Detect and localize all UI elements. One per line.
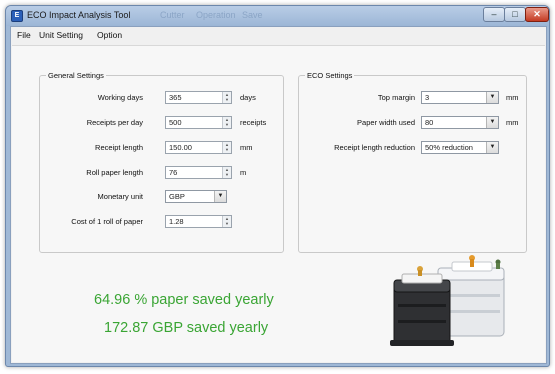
close-button[interactable]: ✕ [525, 7, 549, 22]
paper-width-label: Paper width used [357, 118, 415, 127]
top-margin-label: Top margin [377, 93, 415, 102]
spin-down-icon[interactable]: ▼ [223, 221, 231, 226]
roll-paper-length-label: Roll paper length [86, 168, 143, 177]
paper-width-value: 80 [425, 118, 434, 127]
receipt-length-stepper[interactable]: 150.00 ▲ ▼ [165, 141, 232, 154]
top-margin-value: 3 [425, 93, 430, 102]
receipt-length-reduction-value: 50% reduction [425, 143, 473, 152]
spin-down-icon[interactable]: ▼ [223, 147, 231, 152]
menu-unit-setting[interactable]: Unit Setting [39, 30, 83, 40]
title-ghost-text: Save [242, 10, 263, 20]
title-bar[interactable]: E ECO Impact Analysis Tool Cutter Operat… [6, 6, 549, 26]
spin-arrows[interactable]: ▲ ▼ [222, 142, 231, 153]
spin-arrows[interactable]: ▲ ▼ [222, 167, 231, 178]
receipt-length-label: Receipt length [95, 143, 143, 152]
receipts-per-day-unit: receipts [240, 118, 267, 127]
main-content: General Settings Working days 365 ▲ ▼ day… [12, 45, 545, 362]
app-icon: E [11, 10, 23, 22]
spin-arrows[interactable]: ▲ ▼ [222, 216, 231, 227]
title-ghost-text: Operation [196, 10, 236, 20]
working-days-value: 365 [169, 93, 182, 102]
receipt-length-reduction-select[interactable]: 50% reduction ▼ [421, 141, 499, 154]
cost-per-roll-value: 1.28 [169, 217, 184, 226]
money-saved-result: 172.87 GBP saved yearly [104, 320, 269, 336]
title-ghost-text: Cutter [160, 10, 185, 20]
spin-down-icon[interactable]: ▼ [223, 172, 231, 177]
eco-settings-group: ECO Settings Top margin 3 ▼ mm Paper wid… [298, 71, 527, 253]
chevron-down-icon[interactable]: ▼ [486, 117, 498, 128]
paper-saved-result: 64.96 % paper saved yearly [94, 292, 274, 308]
chevron-down-icon[interactable]: ▼ [486, 92, 498, 103]
spin-down-icon[interactable]: ▼ [223, 122, 231, 127]
roll-paper-length-unit: m [240, 168, 247, 177]
receipt-length-unit: mm [240, 143, 253, 152]
receipt-length-reduction-label: Receipt length reduction [334, 143, 415, 152]
menu-option[interactable]: Option [97, 30, 122, 40]
maximize-button[interactable]: □ [504, 7, 526, 22]
monetary-unit-label: Monetary unit [97, 192, 143, 201]
app-window: E ECO Impact Analysis Tool Cutter Operat… [5, 5, 550, 367]
working-days-stepper[interactable]: 365 ▲ ▼ [165, 91, 232, 104]
working-days-label: Working days [97, 93, 143, 102]
eco-settings-title: ECO Settings [305, 71, 355, 80]
top-margin-unit: mm [506, 93, 519, 102]
paper-width-select[interactable]: 80 ▼ [421, 116, 499, 129]
general-settings-group: General Settings Working days 365 ▲ ▼ day… [39, 71, 284, 253]
receipt-length-value: 150.00 [169, 143, 192, 152]
chevron-down-icon[interactable]: ▼ [214, 191, 226, 202]
receipts-per-day-stepper[interactable]: 500 ▲ ▼ [165, 116, 232, 129]
spin-arrows[interactable]: ▲ ▼ [222, 117, 231, 128]
window-title: ECO Impact Analysis Tool [27, 10, 131, 20]
menu-file[interactable]: File [17, 30, 31, 40]
roll-paper-length-stepper[interactable]: 76 ▲ ▼ [165, 166, 232, 179]
top-margin-select[interactable]: 3 ▼ [421, 91, 499, 104]
receipts-per-day-value: 500 [169, 118, 182, 127]
roll-paper-length-value: 76 [169, 168, 178, 177]
chevron-down-icon[interactable]: ▼ [486, 142, 498, 153]
menu-bar: File Unit Setting Option [11, 27, 546, 44]
receipts-per-day-label: Receipts per day [86, 118, 143, 127]
spin-arrows[interactable]: ▲ ▼ [222, 92, 231, 103]
monetary-unit-select[interactable]: GBP ▼ [165, 190, 227, 203]
spin-down-icon[interactable]: ▼ [223, 97, 231, 102]
working-days-unit: days [240, 93, 256, 102]
minimize-button[interactable]: – [483, 7, 505, 22]
general-settings-title: General Settings [46, 71, 106, 80]
client-area: File Unit Setting Option General Setting… [10, 26, 547, 364]
cost-per-roll-label: Cost of 1 roll of paper [71, 217, 143, 226]
paper-width-unit: mm [506, 118, 519, 127]
monetary-unit-value: GBP [169, 192, 185, 201]
cost-per-roll-stepper[interactable]: 1.28 ▲ ▼ [165, 215, 232, 228]
printers-image [390, 255, 505, 346]
